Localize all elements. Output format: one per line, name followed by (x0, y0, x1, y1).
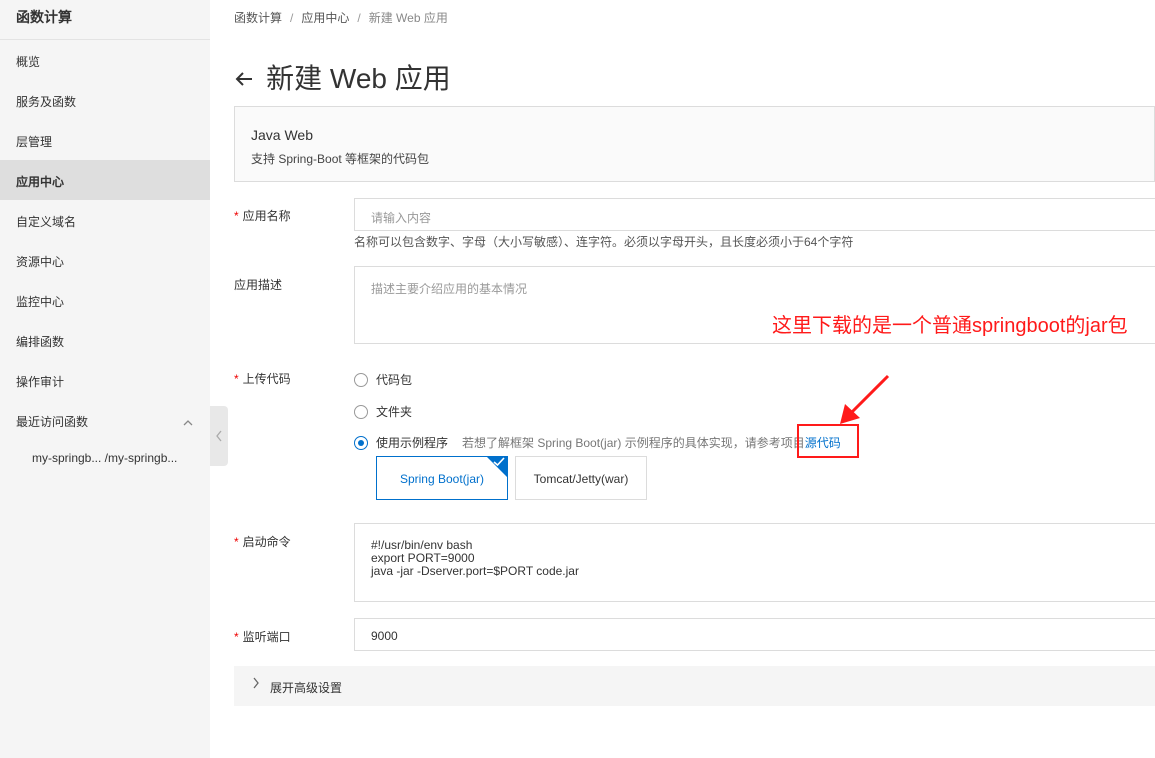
sidebar-item-monitoring[interactable]: 监控中心 (0, 280, 210, 320)
sidebar-item-overview[interactable]: 概览 (0, 40, 210, 80)
breadcrumb-item-current: 新建 Web 应用 (368, 11, 448, 25)
app-name-label-text: 应用名称 (242, 209, 291, 223)
template-card: Java Web 支持 Spring-Boot 等框架的代码包 (234, 106, 1155, 182)
code-line: java -jar -Dserver.port=$PORT code.jar (371, 564, 579, 578)
radio-code-package-label: 代码包 (376, 373, 413, 387)
breadcrumb-item-fc[interactable]: 函数计算 (234, 11, 282, 25)
checkmark-icon (493, 457, 505, 470)
sample-type-springboot[interactable]: Spring Boot(jar) (376, 456, 508, 500)
radio-sample-label: 使用示例程序 (376, 436, 449, 450)
template-title: Java Web (251, 127, 313, 143)
radio-folder-label: 文件夹 (376, 405, 413, 419)
template-description: 支持 Spring-Boot 等框架的代码包 (251, 152, 430, 166)
app-desc-placeholder: 描述主要介绍应用的基本情况 (371, 282, 528, 296)
breadcrumb: 函数计算 / 应用中心 / 新建 Web 应用 (234, 9, 448, 26)
upload-code-label: * 上传代码 (234, 370, 291, 387)
start-cmd-editor[interactable]: #!/usr/bin/env bash export PORT=9000 jav… (354, 523, 1155, 602)
annotation-text: 这里下载的是一个普通springboot的jar包 (772, 315, 1128, 337)
code-line: export PORT=9000 (371, 551, 475, 565)
required-mark: * (234, 630, 239, 644)
sidebar-item-app-center[interactable]: 应用中心 (0, 160, 210, 200)
sidebar-item-orchestration[interactable]: 编排函数 (0, 320, 210, 360)
sidebar-item-resource-center[interactable]: 资源中心 (0, 240, 210, 280)
port-value: 9000 (371, 629, 398, 643)
start-cmd-label: * 启动命令 (234, 533, 291, 550)
page-title-text: 新建 Web 应用 (266, 63, 451, 94)
start-cmd-label-text: 启动命令 (242, 535, 291, 549)
sidebar-title: 函数计算 (0, 0, 210, 40)
annotation-highlight-box (797, 424, 859, 458)
port-label: * 监听端口 (234, 628, 291, 645)
annotation-arrow (840, 374, 890, 424)
app-name-label: * 应用名称 (234, 207, 291, 224)
sample-description: 若想了解框架 Spring Boot(jar) 示例程序的具体实现，请参考项目 (462, 436, 805, 450)
radio-folder[interactable]: 文件夹 (354, 403, 412, 419)
recent-function-item[interactable]: my-springb... /my-springb... (0, 440, 210, 476)
breadcrumb-separator: / (357, 11, 361, 25)
breadcrumb-separator: / (290, 11, 294, 25)
code-line: #!/usr/bin/env bash (371, 538, 473, 552)
radio-circle-selected[interactable] (354, 435, 368, 450)
advanced-settings-label: 展开高级设置 (270, 681, 343, 695)
port-input[interactable]: 9000 (354, 618, 1155, 651)
sidebar-collapse-button[interactable] (210, 406, 228, 466)
sidebar-item-services[interactable]: 服务及函数 (0, 80, 210, 120)
upload-code-label-text: 上传代码 (242, 372, 291, 386)
page-title: 新建 Web 应用 (234, 57, 451, 97)
required-mark: * (234, 372, 239, 386)
sample-type-springboot-label: Spring Boot(jar) (399, 472, 485, 486)
radio-code-package[interactable]: 代码包 (354, 371, 412, 387)
advanced-settings-toggle[interactable]: 展开高级设置 (234, 666, 1155, 706)
sidebar-item-recent[interactable]: 最近访问函数 (0, 400, 210, 440)
required-mark: * (234, 209, 239, 223)
sidebar-item-custom-domain[interactable]: 自定义域名 (0, 200, 210, 240)
radio-sample-program[interactable]: 使用示例程序 若想了解框架 Spring Boot(jar) 示例程序的具体实现，… (354, 434, 841, 450)
sidebar: 函数计算 概览 服务及函数 层管理 应用中心 自定义域名 资源中心 监控中心 编… (0, 0, 210, 758)
app-name-hint: 名称可以包含数字、字母（大小写敏感）、连字符。必须以字母开头，且长度必须小于64… (354, 235, 854, 249)
radio-circle[interactable] (354, 404, 368, 419)
chevron-left-icon (216, 430, 222, 442)
app-name-input[interactable]: 请输入内容 (354, 198, 1155, 231)
port-label-text: 监听端口 (242, 630, 291, 644)
arrow-left-icon[interactable] (234, 65, 260, 90)
sidebar-item-layers[interactable]: 层管理 (0, 120, 210, 160)
radio-circle[interactable] (354, 372, 368, 387)
sample-type-tomcat[interactable]: Tomcat/Jetty(war) (515, 456, 647, 500)
chevron-right-icon (252, 677, 260, 692)
breadcrumb-item-app-center[interactable]: 应用中心 (301, 11, 349, 25)
sidebar-item-recent-label: 最近访问函数 (16, 415, 89, 429)
required-mark: * (234, 535, 239, 549)
app-name-placeholder: 请输入内容 (371, 211, 432, 225)
chevron-up-icon[interactable] (182, 400, 194, 444)
sidebar-item-audit[interactable]: 操作审计 (0, 360, 210, 400)
app-desc-label: 应用描述 (234, 278, 283, 292)
